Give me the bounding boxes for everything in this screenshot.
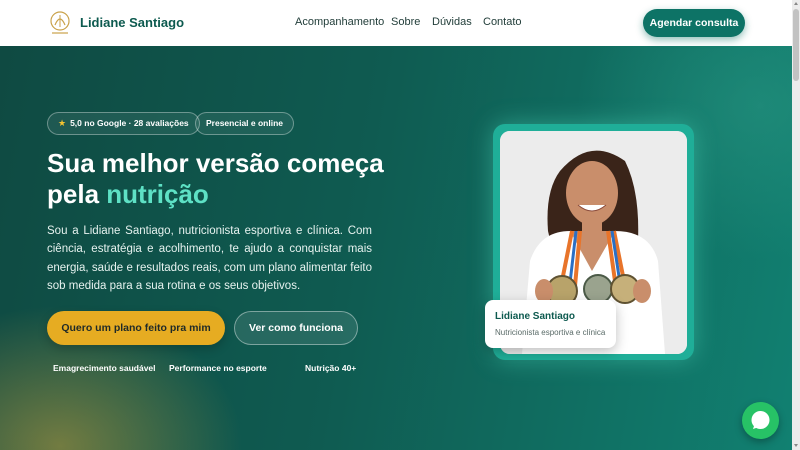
feature-sport: Performance no esporte: [169, 363, 267, 373]
scroll-down-arrow[interactable]: [794, 444, 798, 447]
hero-paragraph: Sou a Lidiane Santiago, nutricionista es…: [47, 225, 372, 292]
site-header: Lidiane Santiago Acompanhamento Sobre Dú…: [0, 0, 800, 46]
hero-title-prefix: pela: [47, 179, 107, 209]
plan-button[interactable]: Quero um plano feito pra mim: [47, 311, 225, 345]
profile-name: Lidiane Santiago: [495, 311, 576, 322]
rating-badge: ★ 5,0 no Google · 28 avaliações: [47, 112, 200, 135]
scroll-thumb[interactable]: [793, 9, 799, 81]
whatsapp-button[interactable]: [742, 402, 779, 439]
scrollbar[interactable]: [792, 0, 800, 450]
profile-name-card: Lidiane Santiago Nutricionista esportiva…: [485, 300, 616, 348]
scroll-up-arrow[interactable]: [794, 2, 798, 5]
rating-text: 5,0 no Google · 28 avaliações: [70, 118, 189, 128]
hero-title: Sua melhor versão começa pela nutrição: [47, 148, 447, 210]
nav-acompanhamento[interactable]: Acompanhamento: [295, 16, 384, 28]
how-it-works-button[interactable]: Ver como funciona: [234, 311, 358, 345]
logo-icon[interactable]: [47, 9, 73, 37]
schedule-button[interactable]: Agendar consulta: [643, 9, 745, 37]
whatsapp-icon: [751, 411, 770, 429]
brand-name[interactable]: Lidiane Santiago: [80, 15, 184, 30]
nav-contato[interactable]: Contato: [483, 16, 522, 28]
feature-weight-loss: Emagrecimento saudável: [53, 363, 156, 373]
nav-sobre[interactable]: Sobre: [391, 16, 420, 28]
nav-duvidas[interactable]: Dúvidas: [432, 16, 472, 28]
hero-title-accent: nutrição: [106, 179, 209, 209]
mode-badge: Presencial e online: [195, 112, 295, 135]
profile-role: Nutricionista esportiva e clínica: [495, 328, 606, 337]
hero-title-line1: Sua melhor versão começa: [47, 148, 384, 178]
star-icon: ★: [58, 118, 67, 128]
feature-40plus: Nutrição 40+: [305, 363, 357, 373]
